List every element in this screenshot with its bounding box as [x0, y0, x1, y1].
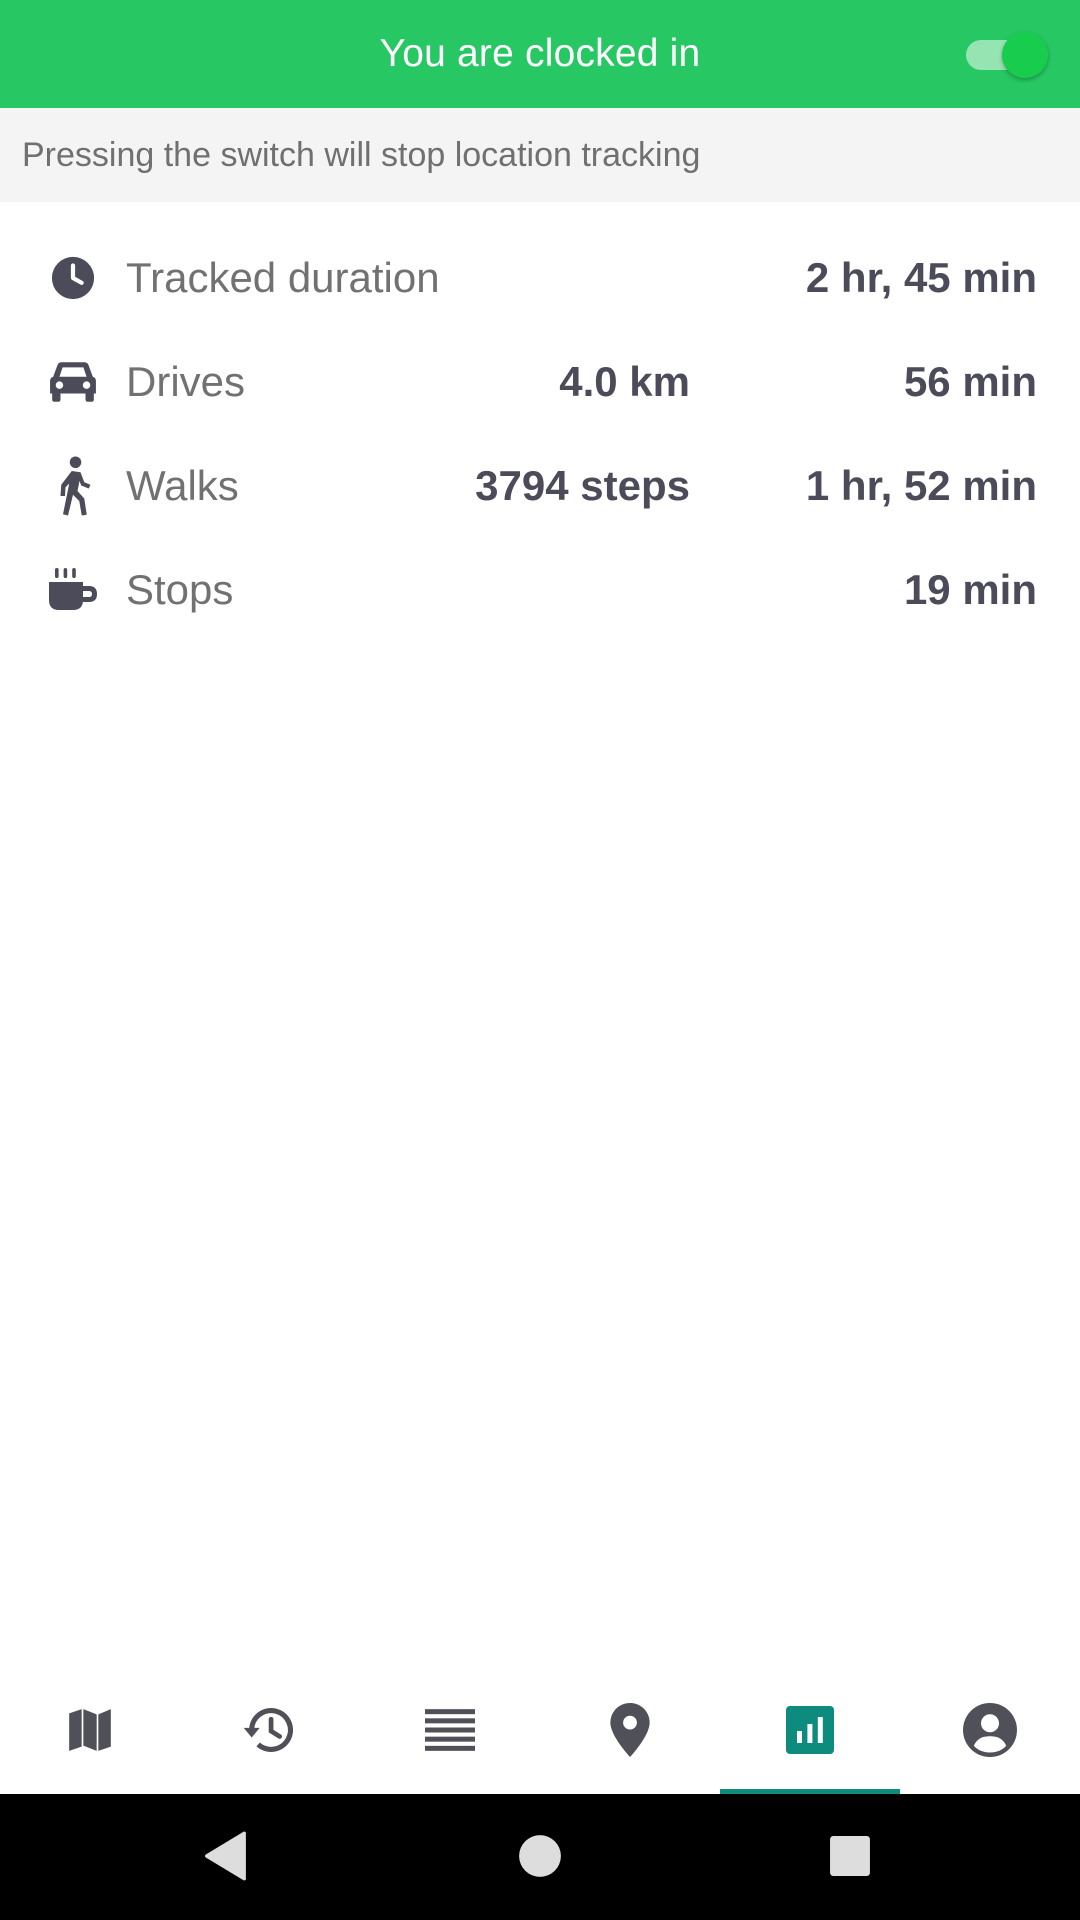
stat-duration-value: 1 hr, 52 min: [805, 462, 1037, 509]
nav-tab-places[interactable]: [540, 1670, 720, 1794]
stat-row-walks: Walks 3794 steps 1 hr, 52 min: [0, 434, 1080, 538]
nav-tab-map[interactable]: [0, 1670, 180, 1794]
location-pin-icon: [610, 1702, 650, 1762]
walk-icon: [47, 456, 99, 516]
stat-duration-value: 2 hr, 45 min: [805, 254, 1037, 301]
stats-icon: [786, 1705, 834, 1759]
car-icon: [47, 356, 99, 408]
stat-distance-value: 4.0 km: [559, 358, 690, 405]
recents-button[interactable]: [822, 1830, 878, 1886]
home-button[interactable]: [512, 1830, 568, 1886]
nav-tab-history[interactable]: [180, 1670, 360, 1794]
nav-tab-stats[interactable]: [720, 1670, 900, 1794]
recents-icon: [829, 1835, 871, 1882]
clock-icon: [47, 252, 99, 304]
info-banner-text: Pressing the switch will stop location t…: [22, 135, 701, 174]
status-header: You are clocked in: [0, 0, 1080, 108]
bottom-navigation: [0, 1670, 1080, 1794]
stat-label: Stops: [126, 566, 234, 613]
coffee-icon: [47, 564, 99, 616]
account-icon: [963, 1702, 1017, 1762]
nav-tab-list[interactable]: [360, 1670, 540, 1794]
clock-in-switch[interactable]: [966, 32, 1052, 78]
clock-status-title: You are clocked in: [379, 32, 701, 75]
stat-row-stops: Stops 19 min: [0, 538, 1080, 642]
back-icon: [203, 1831, 249, 1886]
stat-label: Tracked duration: [126, 254, 440, 301]
info-banner: Pressing the switch will stop location t…: [0, 108, 1080, 202]
stat-label: Walks: [126, 462, 239, 509]
stat-steps-value: 3794 steps: [475, 462, 690, 509]
stat-row-tracked-duration: Tracked duration 2 hr, 45 min: [0, 226, 1080, 330]
stat-duration-value: 56 min: [903, 358, 1037, 405]
history-icon: [242, 1704, 298, 1761]
home-icon: [518, 1834, 562, 1883]
list-icon: [425, 1708, 475, 1756]
switch-thumb: [1002, 32, 1048, 78]
stat-row-drives: Drives 4.0 km 56 min: [0, 330, 1080, 434]
screen: You are clocked in Pressing the switch w…: [0, 0, 1080, 1920]
stat-duration-value: 19 min: [903, 566, 1037, 613]
map-icon: [64, 1705, 116, 1760]
nav-tab-account[interactable]: [900, 1670, 1080, 1794]
system-navigation-bar: [0, 1794, 1080, 1920]
stat-label: Drives: [126, 358, 246, 405]
back-button[interactable]: [198, 1830, 254, 1886]
